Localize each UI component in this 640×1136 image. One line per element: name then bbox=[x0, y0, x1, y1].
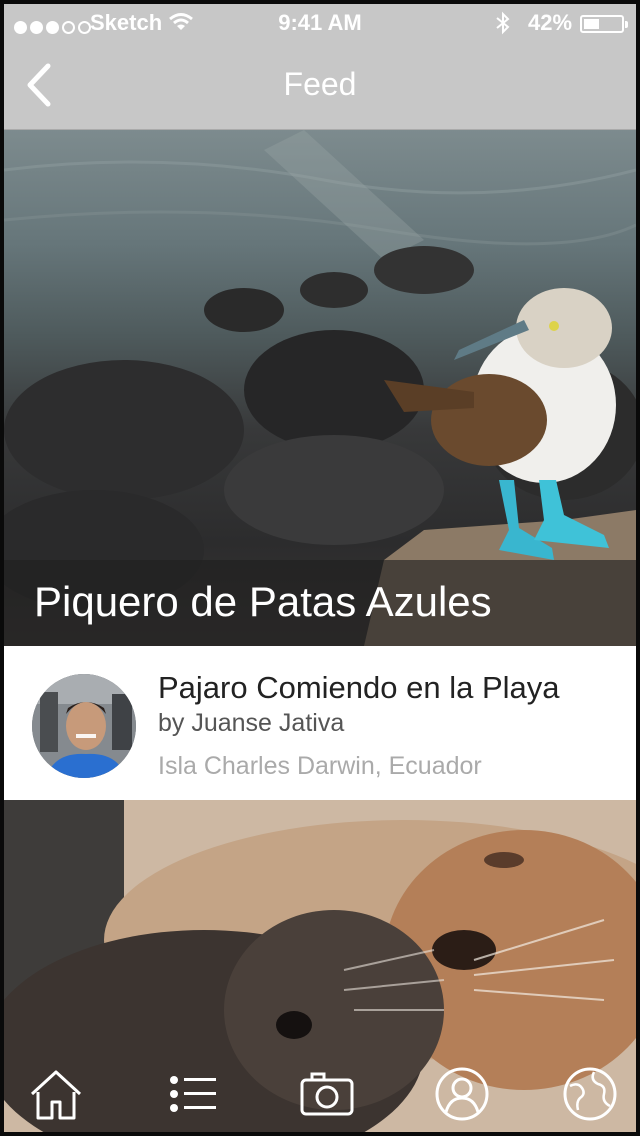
tab-home[interactable] bbox=[26, 1064, 86, 1124]
battery-level-fill bbox=[584, 19, 599, 29]
status-bar: Sketch 9:41 AM 42% bbox=[4, 4, 636, 40]
page-title: Feed bbox=[283, 66, 357, 102]
home-icon bbox=[30, 1070, 82, 1120]
battery-percent: 42% bbox=[528, 10, 573, 35]
tab-profile[interactable] bbox=[432, 1064, 492, 1124]
photo-caption-overlay: Piquero de Patas Azules bbox=[4, 560, 636, 646]
photo-title: Piquero de Patas Azules bbox=[34, 578, 492, 625]
camera-icon bbox=[300, 1072, 354, 1116]
tab-explore[interactable] bbox=[560, 1064, 620, 1124]
profile-icon bbox=[435, 1067, 489, 1121]
avatar-photo bbox=[32, 674, 136, 778]
post-author[interactable]: by Juanse Jativa bbox=[158, 709, 344, 738]
globe-icon bbox=[563, 1067, 617, 1121]
tab-bar bbox=[4, 1060, 636, 1132]
tab-list[interactable] bbox=[164, 1064, 224, 1124]
post-title[interactable]: Pajaro Comiendo en la Playa bbox=[158, 670, 560, 706]
battery-icon bbox=[580, 15, 628, 33]
feed-photo-booby[interactable]: Piquero de Patas Azules bbox=[4, 130, 636, 646]
post-location[interactable]: Isla Charles Darwin, Ecuador bbox=[158, 752, 482, 781]
tab-camera[interactable] bbox=[298, 1064, 358, 1124]
app-frame: Sketch 9:41 AM 42% Feed Piquero de Patas… bbox=[0, 0, 640, 1136]
bluetooth-icon bbox=[496, 11, 510, 35]
post-info-card[interactable]: Pajaro Comiendo en la Playa by Juanse Ja… bbox=[4, 646, 636, 800]
list-icon bbox=[170, 1076, 216, 1112]
navigation-bar: Feed bbox=[4, 40, 636, 130]
avatar[interactable] bbox=[32, 674, 136, 778]
